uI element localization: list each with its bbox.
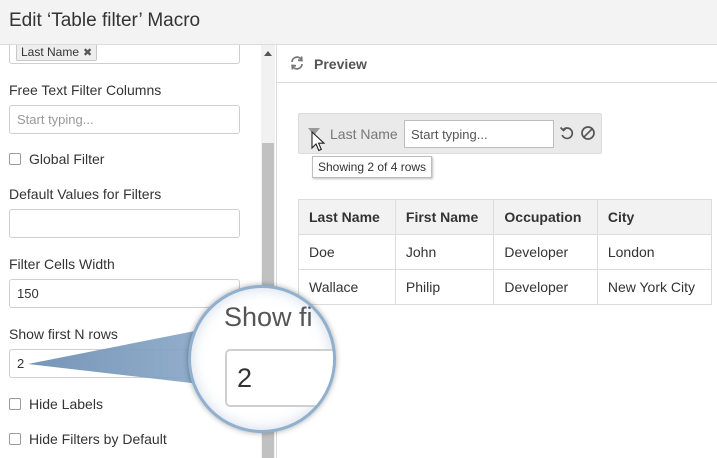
hide-filters-checkbox[interactable] <box>9 433 21 445</box>
last-name-filter-input[interactable]: Start typing... <box>404 120 554 148</box>
table-cell: Doe <box>298 234 396 270</box>
preview-table: Last Name First Name Occupation City Doe… <box>298 199 713 305</box>
table-cell: New York City <box>596 269 713 305</box>
filter-cells-width-input[interactable]: 150 <box>9 279 240 308</box>
show-first-rows-input[interactable]: 2 <box>9 349 240 378</box>
table-filter-bar: Last Name Start typing... <box>298 113 602 154</box>
column-header[interactable]: Last Name <box>298 199 396 235</box>
column-tag-label: Last Name <box>21 45 80 59</box>
table-cell: Developer <box>493 234 598 270</box>
filter-cells-width-label: Filter Cells Width <box>9 256 115 272</box>
refresh-icon[interactable] <box>289 55 305 74</box>
filter-column-label: Last Name <box>330 126 398 142</box>
dialog-titlebar: Edit ‘Table filter’ Macro <box>0 0 717 45</box>
free-text-filter-input[interactable]: Start typing... <box>9 105 240 134</box>
mouse-pointer-icon <box>311 130 326 156</box>
hide-labels-option[interactable]: Hide Labels <box>9 396 103 412</box>
column-header[interactable]: City <box>596 199 713 235</box>
table-cell: Philip <box>394 269 495 305</box>
dialog-title: Edit ‘Table filter’ Macro <box>9 10 201 31</box>
table-cell: London <box>596 234 713 270</box>
column-tag: Last Name ✖ <box>16 45 98 61</box>
hide-labels-checkbox[interactable] <box>9 398 21 410</box>
clear-filter-icon[interactable] <box>580 125 596 144</box>
scroll-up-arrow-icon[interactable] <box>264 51 272 56</box>
hide-labels-label: Hide Labels <box>29 396 103 412</box>
hide-filters-option[interactable]: Hide Filters by Default <box>9 431 167 447</box>
preview-header: Preview <box>277 45 717 83</box>
table-header-row: Last Name First Name Occupation City <box>298 199 713 235</box>
global-filter-label: Global Filter <box>29 151 105 167</box>
settings-scrollbar[interactable] <box>261 45 275 458</box>
column-header[interactable]: Occupation <box>493 199 598 235</box>
hide-filters-label: Hide Filters by Default <box>29 431 167 447</box>
global-filter-checkbox[interactable] <box>9 153 21 165</box>
show-first-rows-label: Show first N rows <box>9 326 118 342</box>
table-row: Doe John Developer London <box>298 234 713 270</box>
macro-settings-panel: Last Name ✖ Free Text Filter Columns Sta… <box>0 45 258 458</box>
column-header[interactable]: First Name <box>394 199 495 235</box>
global-filter-option[interactable]: Global Filter <box>9 151 104 167</box>
tag-remove-icon[interactable]: ✖ <box>83 46 92 59</box>
preview-label: Preview <box>314 56 367 72</box>
table-row: Wallace Philip Developer New York City <box>298 269 713 305</box>
rows-count-tooltip: Showing 2 of 4 rows <box>312 156 433 178</box>
table-cell: Developer <box>493 269 598 305</box>
default-values-input[interactable] <box>9 209 240 238</box>
default-values-label: Default Values for Filters <box>9 186 162 202</box>
scrollbar-thumb[interactable] <box>262 143 274 458</box>
column-tags-input[interactable]: Last Name ✖ <box>9 45 240 64</box>
table-cell: Wallace <box>298 269 396 305</box>
free-text-filter-label: Free Text Filter Columns <box>9 82 162 98</box>
table-cell: John <box>394 234 495 270</box>
undo-icon[interactable] <box>559 125 575 144</box>
panel-divider <box>276 45 277 458</box>
